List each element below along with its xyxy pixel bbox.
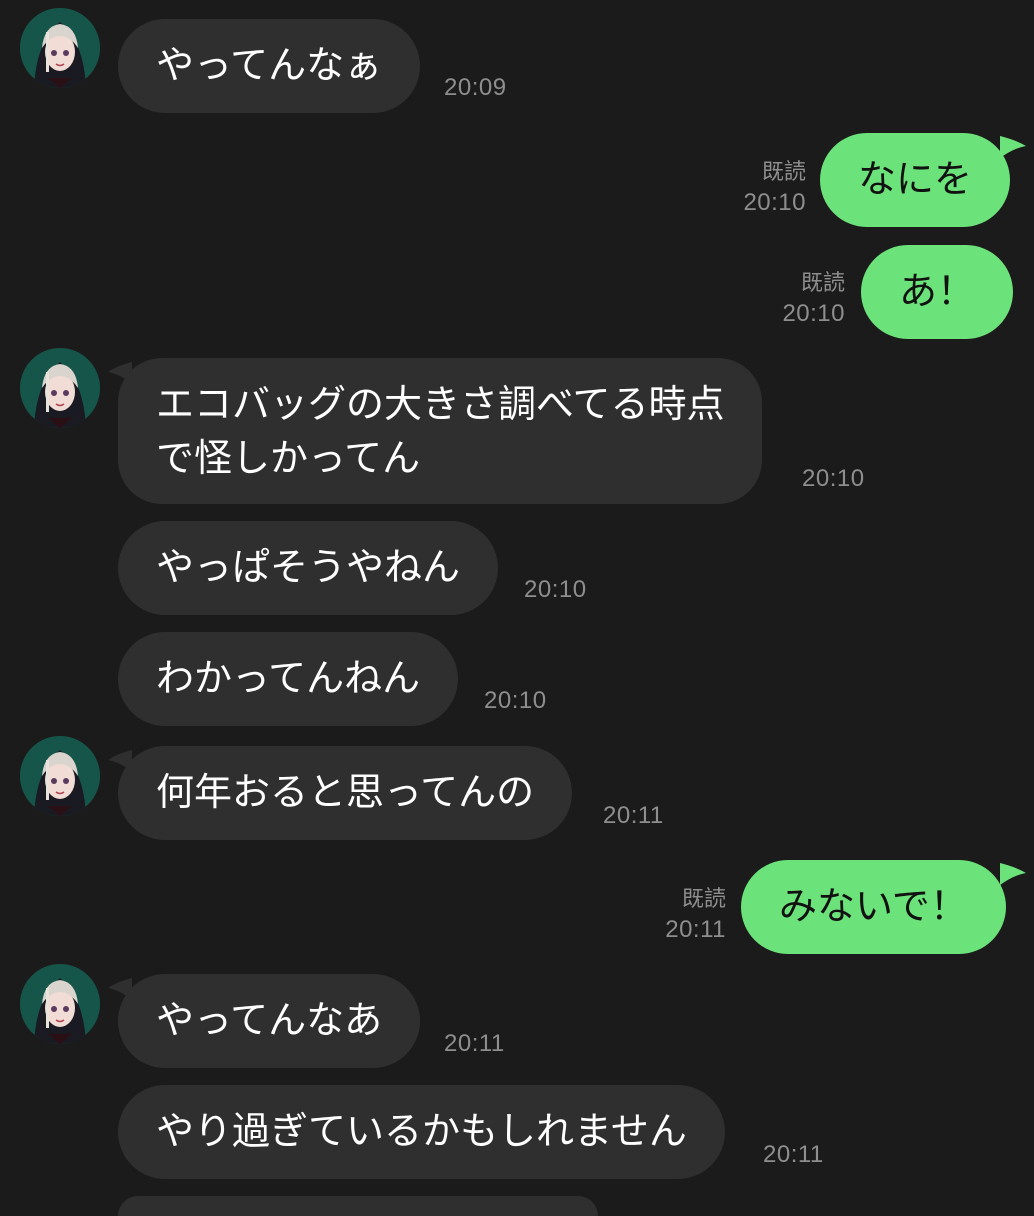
chat-thread: やってんなぁ 20:09 既読 20:10 なにを 既読 20:10 あ！ エコ…: [0, 0, 1034, 1216]
contact-avatar-icon[interactable]: [20, 8, 100, 88]
message-time: 20:10: [802, 465, 865, 492]
message-bubble-incoming[interactable]: 何年おると思ってんの: [118, 746, 573, 840]
message-text-line: で怪しかってん: [156, 436, 421, 480]
message-time: 20:10: [524, 576, 587, 603]
message-bubble-outgoing[interactable]: なにを: [820, 133, 1011, 227]
message-text: わかってんねん: [156, 656, 421, 700]
contact-avatar-icon[interactable]: [20, 348, 100, 428]
message-meta: 既読 20:11: [665, 883, 726, 945]
message-time: 20:09: [444, 74, 507, 101]
message-time: 20:10: [743, 189, 806, 216]
message-bubble-outgoing[interactable]: あ！: [861, 245, 1014, 339]
message-time: 20:11: [444, 1030, 505, 1057]
message-meta: 既読 20:10: [782, 267, 845, 329]
bubble-tail: [1000, 136, 1026, 158]
read-receipt: 既読: [800, 270, 845, 295]
message-time: 20:11: [665, 916, 726, 943]
message-bubble-incoming[interactable]: エコバッグの大きさ調べてる時点 で怪しかってん: [118, 358, 763, 504]
message-bubble-incoming[interactable]: やってんなぁ: [118, 19, 421, 113]
message-time: 20:11: [763, 1141, 824, 1168]
message-meta: 既読 20:10: [743, 156, 806, 218]
contact-avatar-icon[interactable]: [20, 736, 100, 816]
message-text-line: エコバッグの大きさ調べてる時点: [156, 382, 725, 426]
message-text: やってんなあ: [156, 998, 383, 1042]
message-text: なにを: [858, 157, 973, 201]
message-time: 20:10: [782, 300, 845, 327]
message-bubble-incoming[interactable]: やってんなあ: [118, 974, 421, 1068]
message-text: やっぱそうやねん: [156, 545, 461, 589]
message-bubble-incoming-partial[interactable]: [118, 1196, 598, 1216]
message-time: 20:10: [484, 687, 547, 714]
message-text: やってんなぁ: [156, 43, 383, 87]
message-bubble-incoming[interactable]: やり過ぎているかもしれません: [118, 1085, 725, 1179]
message-text: やり過ぎているかもしれません: [156, 1109, 687, 1153]
message-bubble-incoming[interactable]: やっぱそうやねん: [118, 521, 499, 615]
bubble-tail: [1000, 863, 1026, 885]
message-text: あ！: [899, 269, 976, 313]
read-receipt: 既読: [681, 886, 726, 911]
contact-avatar-icon[interactable]: [20, 964, 100, 1044]
message-bubble-incoming[interactable]: わかってんねん: [118, 632, 459, 726]
message-text: みないで！: [779, 884, 968, 928]
message-bubble-outgoing[interactable]: みないで！: [741, 860, 1006, 954]
message-text: 何年おると思ってんの: [156, 770, 535, 814]
message-time: 20:11: [603, 802, 664, 829]
read-receipt: 既読: [761, 159, 806, 184]
